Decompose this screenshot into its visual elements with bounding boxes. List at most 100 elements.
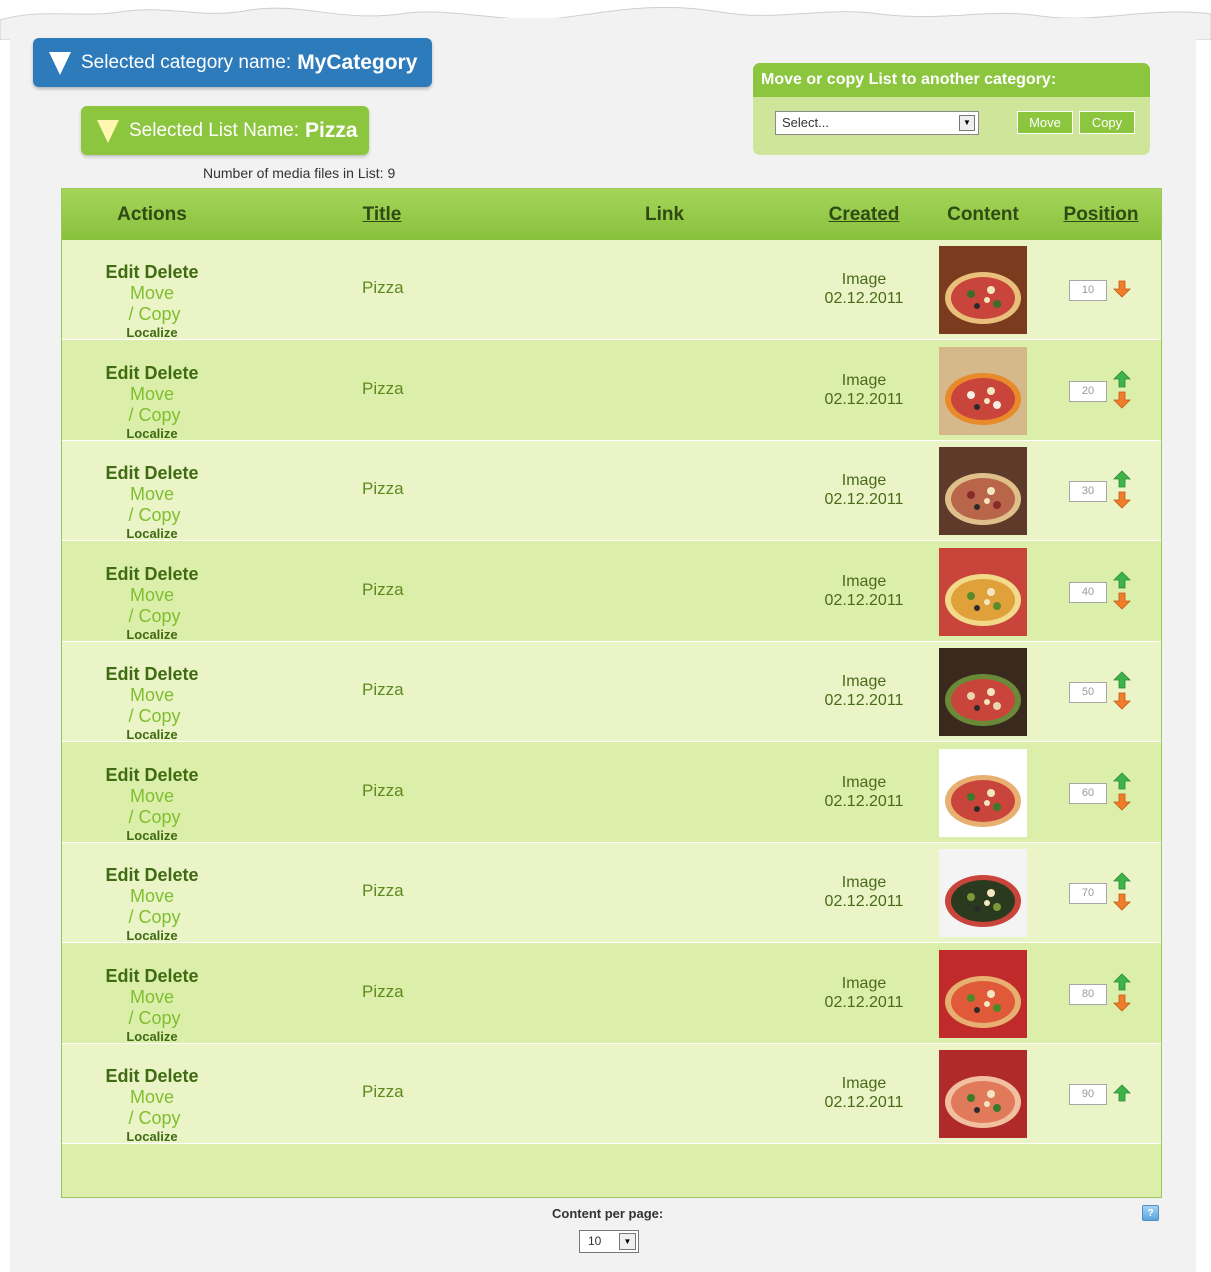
localize-link[interactable]: Localize	[102, 727, 202, 743]
move-link[interactable]: Move	[130, 685, 174, 705]
localize-link[interactable]: Localize	[102, 627, 202, 643]
row-actions: Edit Delete Move / Copy Localize	[102, 664, 202, 743]
move-link[interactable]: Move	[130, 384, 174, 404]
move-link[interactable]: Move	[130, 484, 174, 504]
copy-link[interactable]: Copy	[138, 304, 180, 324]
delete-link[interactable]: Delete	[144, 363, 198, 383]
pizza-thumbnail[interactable]	[939, 849, 1027, 937]
position-input[interactable]: 90	[1069, 1084, 1107, 1105]
header-title-sort[interactable]: Title	[342, 189, 422, 240]
delete-link[interactable]: Delete	[144, 463, 198, 483]
move-link[interactable]: Move	[130, 1087, 174, 1107]
position-input[interactable]: 30	[1069, 481, 1107, 502]
localize-link[interactable]: Localize	[102, 1129, 202, 1145]
row-actions: Edit Delete Move / Copy Localize	[102, 564, 202, 643]
copy-link[interactable]: Copy	[138, 606, 180, 626]
table-row: Edit Delete Move / Copy Localize Pizza Image…	[62, 742, 1161, 844]
move-button[interactable]: Move	[1017, 111, 1073, 134]
localize-link[interactable]: Localize	[102, 325, 202, 341]
arrow-up-icon[interactable]	[1113, 972, 1131, 991]
move-link[interactable]: Move	[130, 283, 174, 303]
edit-link[interactable]: Edit	[105, 664, 139, 684]
arrow-down-icon[interactable]	[1113, 692, 1131, 710]
delete-link[interactable]: Delete	[144, 1066, 198, 1086]
copy-link[interactable]: Copy	[138, 807, 180, 827]
arrow-up-icon[interactable]	[1113, 369, 1131, 388]
pizza-thumbnail[interactable]	[939, 447, 1027, 535]
copy-link[interactable]: Copy	[138, 1008, 180, 1028]
table-header: Actions Title Link Created Content Posit…	[62, 189, 1161, 240]
edit-link[interactable]: Edit	[105, 765, 139, 785]
position-input[interactable]: 20	[1069, 380, 1107, 402]
edit-link[interactable]: Edit	[105, 363, 139, 383]
localize-link[interactable]: Localize	[102, 828, 202, 844]
pizza-thumbnail[interactable]	[939, 346, 1027, 435]
arrow-down-icon[interactable]	[1113, 391, 1131, 409]
localize-link[interactable]: Localize	[102, 928, 202, 944]
header-position-sort[interactable]: Position	[1052, 189, 1150, 240]
position-input[interactable]: 50	[1069, 682, 1107, 703]
localize-link[interactable]: Localize	[102, 526, 202, 542]
delete-link[interactable]: Delete	[144, 564, 198, 584]
dropdown-arrow-icon[interactable]: ▼	[619, 1233, 636, 1250]
copy-link[interactable]: Copy	[138, 505, 180, 525]
position-input[interactable]: 10	[1069, 280, 1107, 301]
copy-link[interactable]: Copy	[138, 405, 180, 425]
dropdown-arrow-icon[interactable]: ▼	[959, 115, 975, 131]
row-date: 02.12.2011	[824, 692, 904, 709]
edit-link[interactable]: Edit	[105, 262, 139, 282]
edit-link[interactable]: Edit	[105, 1066, 139, 1086]
pizza-thumbnail[interactable]	[939, 547, 1027, 636]
pizza-thumbnail[interactable]	[939, 246, 1027, 334]
edit-link[interactable]: Edit	[105, 463, 139, 483]
localize-link[interactable]: Localize	[102, 426, 202, 442]
row-created: Image 02.12.2011	[804, 1074, 924, 1112]
move-link[interactable]: Move	[130, 786, 174, 806]
pizza-thumbnail[interactable]	[939, 648, 1027, 736]
media-count-label: Number of media files in List:	[203, 165, 384, 181]
arrow-down-icon[interactable]	[1113, 793, 1131, 811]
copy-link[interactable]: Copy	[138, 706, 180, 726]
edit-link[interactable]: Edit	[105, 564, 139, 584]
delete-link[interactable]: Delete	[144, 262, 198, 282]
arrow-up-icon[interactable]	[1113, 671, 1131, 689]
position-input[interactable]: 70	[1069, 883, 1107, 904]
row-date: 02.12.2011	[824, 491, 904, 508]
delete-link[interactable]: Delete	[144, 664, 198, 684]
delete-link[interactable]: Delete	[144, 765, 198, 785]
move-link[interactable]: Move	[130, 987, 174, 1007]
move-link[interactable]: Move	[130, 886, 174, 906]
edit-link[interactable]: Edit	[105, 966, 139, 986]
header-created-sort[interactable]: Created	[814, 189, 914, 240]
pizza-thumbnail[interactable]	[939, 1050, 1027, 1138]
move-link[interactable]: Move	[130, 585, 174, 605]
position-input[interactable]: 40	[1069, 581, 1107, 603]
edit-link[interactable]: Edit	[105, 865, 139, 885]
row-date: 02.12.2011	[824, 792, 904, 810]
chevron-down-icon	[49, 51, 71, 75]
arrow-up-icon[interactable]	[1113, 1084, 1131, 1102]
arrow-up-icon[interactable]	[1113, 771, 1131, 790]
arrow-down-icon[interactable]	[1113, 893, 1131, 911]
category-select[interactable]: Select... ▼	[775, 111, 979, 135]
arrow-down-icon[interactable]	[1113, 491, 1131, 509]
arrow-up-icon[interactable]	[1113, 470, 1131, 488]
help-icon[interactable]: ?	[1142, 1205, 1159, 1221]
copy-link[interactable]: Copy	[138, 907, 180, 927]
delete-link[interactable]: Delete	[144, 865, 198, 885]
arrow-up-icon[interactable]	[1113, 872, 1131, 890]
pizza-thumbnail[interactable]	[939, 949, 1027, 1038]
selected-list-banner: Selected List Name: Pizza	[81, 106, 369, 155]
localize-link[interactable]: Localize	[102, 1029, 202, 1045]
arrow-down-icon[interactable]	[1113, 994, 1131, 1012]
content-per-page-select[interactable]: 10 ▼	[579, 1230, 639, 1253]
arrow-up-icon[interactable]	[1113, 570, 1131, 589]
position-input[interactable]: 80	[1069, 983, 1107, 1005]
delete-link[interactable]: Delete	[144, 966, 198, 986]
position-input[interactable]: 60	[1069, 782, 1107, 804]
pizza-thumbnail[interactable]	[939, 748, 1027, 837]
copy-link[interactable]: Copy	[138, 1108, 180, 1128]
arrow-down-icon[interactable]	[1113, 280, 1131, 298]
copy-button[interactable]: Copy	[1079, 111, 1135, 134]
arrow-down-icon[interactable]	[1113, 592, 1131, 610]
